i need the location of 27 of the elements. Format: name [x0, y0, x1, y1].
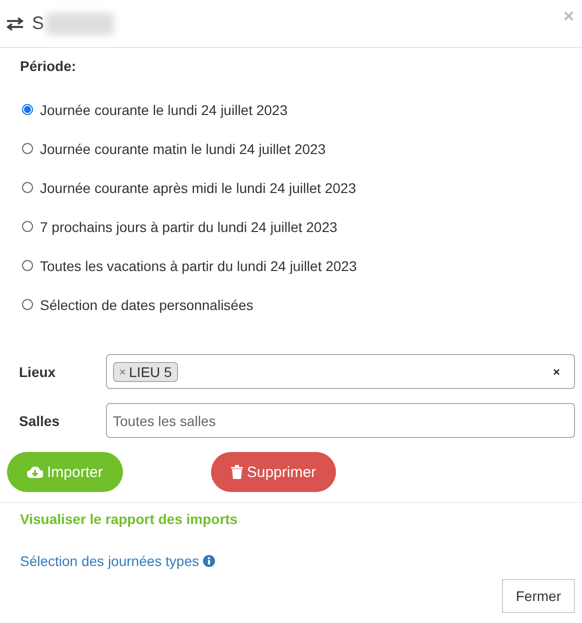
radio-label[interactable]: Toutes les vacations à partir du lundi 24 juillet 2023 — [40, 258, 357, 274]
select-field[interactable]: × LIEU 5 × — [106, 354, 575, 389]
window-title: S — [32, 13, 44, 34]
field-label: Lieux — [18, 364, 57, 380]
field-label: Salles — [18, 412, 60, 428]
close-button[interactable]: Fermer — [502, 579, 575, 613]
day-types-link[interactable]: Sélection des journées types — [20, 553, 199, 569]
radio-button[interactable] — [22, 143, 33, 154]
swap-arrows-icon — [6, 16, 24, 30]
field-label: Période: — [20, 58, 76, 74]
trash-icon — [230, 465, 243, 479]
radio-button[interactable] — [22, 221, 33, 232]
radio-button[interactable] — [22, 260, 33, 271]
cloud-download-icon — [27, 466, 43, 478]
radio-label[interactable]: Sélection de dates personnalisées — [40, 296, 254, 312]
radio-button[interactable] — [22, 182, 33, 193]
radio-button[interactable] — [22, 299, 33, 310]
radio-button[interactable] — [22, 104, 33, 115]
radio-label[interactable]: Journée courante le lundi 24 juillet 2023 — [40, 102, 288, 118]
delete-button[interactable]: Supprimer — [210, 452, 336, 492]
tag-chip[interactable]: × LIEU 5 — [113, 362, 178, 382]
radio-label[interactable]: 7 prochains jours à partir du lundi 24 juillet 2023 — [40, 218, 338, 234]
radio-label[interactable]: Journée courante matin le lundi 24 juillet 2023 — [40, 140, 326, 156]
info-icon — [203, 555, 215, 567]
radio-label[interactable]: Journée courante après midi le lundi 24 juillet 2023 — [40, 180, 356, 196]
clear-button[interactable]: × — [552, 364, 560, 378]
input-field[interactable]: Toutes les salles — [106, 403, 575, 438]
